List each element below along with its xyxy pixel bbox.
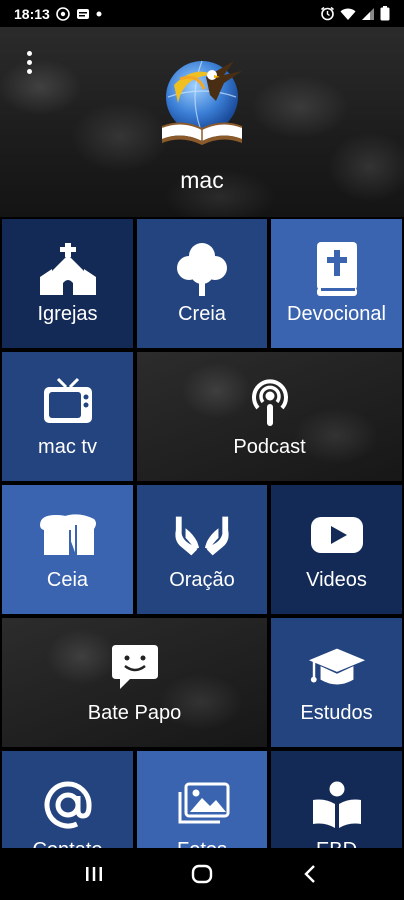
recents-icon <box>86 867 102 881</box>
app-logo <box>154 55 250 151</box>
tile-label: mac tv <box>38 436 97 458</box>
tile-label: Igrejas <box>37 303 98 325</box>
tile-label: Podcast <box>233 436 306 458</box>
tile-label: Bate Papo <box>87 702 182 724</box>
tile-igrejas[interactable]: Igrejas <box>2 219 133 348</box>
tile-label: Devocional <box>287 303 386 325</box>
tile-bate-papo[interactable]: Bate Papo <box>2 618 267 747</box>
whatsapp-icon <box>56 6 70 21</box>
recents-button[interactable] <box>74 854 114 894</box>
podcast-icon <box>240 374 300 430</box>
youtube-icon <box>307 507 367 563</box>
tile-devocional[interactable]: Devocional <box>271 219 402 348</box>
graduation-cap-icon <box>307 640 367 696</box>
more-vert-dot <box>26 68 32 74</box>
tile-label: Oração <box>169 569 235 591</box>
more-options-button[interactable] <box>18 47 40 77</box>
tile-label: Videos <box>306 569 367 591</box>
back-icon <box>304 865 315 883</box>
tree-icon <box>172 241 232 297</box>
tile-podcast[interactable]: Podcast <box>137 352 402 481</box>
system-nav-bar <box>0 848 404 900</box>
tile-oracao[interactable]: Oração <box>137 485 267 614</box>
tv-icon <box>38 374 98 430</box>
back-button[interactable] <box>290 854 330 894</box>
more-vert-dot <box>26 59 32 65</box>
tile-mac-tv[interactable]: mac tv <box>2 352 133 481</box>
photos-icon <box>172 777 232 833</box>
tile-ceia[interactable]: Ceia <box>2 485 133 614</box>
signal-icon <box>361 7 375 21</box>
header-banner: mac <box>0 27 404 217</box>
battery-icon <box>380 6 390 21</box>
chat-icon <box>105 640 165 696</box>
status-time: 18:13 <box>14 5 50 22</box>
tile-label: Creia <box>178 303 226 325</box>
bible-icon <box>307 241 367 297</box>
tile-label: Ceia <box>46 569 89 591</box>
home-button[interactable] <box>182 854 222 894</box>
praying-hands-icon <box>172 507 232 563</box>
at-icon <box>38 777 98 833</box>
church-icon <box>38 241 98 297</box>
tile-estudos[interactable]: Estudos <box>271 618 402 747</box>
status-bar: 18:13 <box>0 0 404 27</box>
tile-videos[interactable]: Videos <box>271 485 402 614</box>
tile-label: Estudos <box>300 702 373 724</box>
bread-icon <box>38 507 98 563</box>
dot-icon <box>96 11 102 17</box>
reader-icon <box>307 777 367 833</box>
more-vert-icon <box>26 50 32 56</box>
alarm-icon <box>320 6 335 21</box>
app-name: mac <box>180 167 224 193</box>
wifi-icon <box>340 7 356 21</box>
message-icon <box>76 7 90 21</box>
home-icon <box>191 864 213 884</box>
tile-creia[interactable]: Creia <box>137 219 267 348</box>
